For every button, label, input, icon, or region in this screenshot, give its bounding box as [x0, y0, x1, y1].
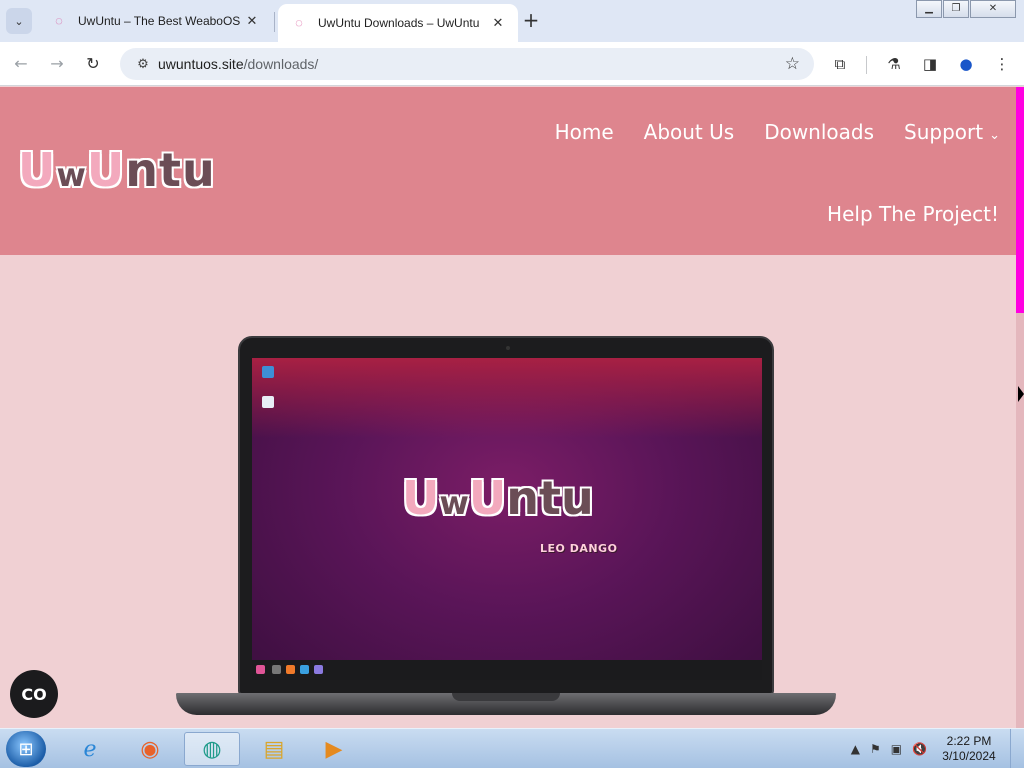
screen-app-icon [314, 665, 323, 674]
url-text: uwuntuos.site/downloads/ [158, 56, 318, 72]
screen-app-icon [286, 665, 295, 674]
tab-strip: ⌄ ◌ UwUntu – The Best WeaboOS ✕ ◌ UwUntu… [0, 0, 1024, 42]
screen-logo-letter: U [402, 471, 440, 525]
flask-icon[interactable]: ⚗ [884, 54, 904, 74]
site-logo[interactable]: UwUntu [17, 142, 216, 203]
browser-toolbar: ← → ↻ ⚙ uwuntuos.site/downloads/ ☆ ⧉ ⚗ ◨… [0, 42, 1024, 86]
clock-date: 3/10/2024 [942, 749, 996, 763]
show-desktop-button[interactable] [1010, 729, 1024, 768]
clock[interactable]: 2:22 PM 3/10/2024 [932, 734, 1006, 764]
toolbar-separator [866, 56, 867, 74]
laptop-screen: UwUntu LEO DANGO [252, 358, 762, 680]
screen-logo-letter: ntu [506, 471, 594, 525]
reload-button[interactable]: ↻ [80, 51, 106, 77]
uwuntu-favicon-icon: ◌ [55, 13, 63, 28]
laptop-image: UwUntu LEO DANGO [238, 336, 774, 695]
url-host: uwuntuos.site [158, 56, 244, 72]
chat-widget-label: CO [21, 684, 47, 704]
page-scrollbar[interactable] [1016, 87, 1024, 728]
minimize-button[interactable]: ▁ [916, 0, 942, 18]
address-bar[interactable]: ⚙ uwuntuos.site/downloads/ ☆ [120, 48, 814, 80]
forward-arrow-icon: → [50, 54, 64, 73]
file-explorer-icon[interactable]: ▤ [246, 732, 302, 766]
screen-taskbar [252, 660, 762, 680]
tab-search-button[interactable]: ⌄ [6, 8, 32, 34]
tab-downloads[interactable]: ◌ UwUntu Downloads – UwUntu ✕ [278, 4, 518, 42]
star-icon[interactable]: ☆ [785, 54, 800, 74]
windows-taskbar: ⊞ ℯ ◉ ◍ ▤ ▶ ▲ ⚑ ▣ 🔇 2:22 PM 3/10/2024 [0, 728, 1024, 768]
firefox-icon[interactable]: ◉ [122, 732, 178, 766]
home-folder-icon [262, 366, 274, 378]
nav-support[interactable]: Support ⌄ [904, 120, 1000, 144]
tab-home[interactable]: ◌ UwUntu – The Best WeaboOS ✕ [38, 4, 272, 38]
tab-title: UwUntu Downloads – UwUntu [318, 16, 480, 30]
tab-divider [274, 12, 275, 32]
tune-icon[interactable]: ⚙ [128, 57, 158, 72]
screen-app-icon [300, 665, 309, 674]
puzzle-icon[interactable]: ⧉ [830, 54, 850, 74]
laptop-notch [452, 693, 560, 701]
windows-logo-icon: ⊞ [18, 738, 34, 760]
nav-help-project[interactable]: Help The Project! [827, 202, 999, 226]
uwuntu-favicon-icon: ◌ [295, 15, 303, 30]
volume-muted-icon[interactable]: 🔇 [912, 742, 927, 756]
start-button[interactable]: ⊞ [6, 731, 46, 767]
internet-explorer-icon[interactable]: ℯ [62, 732, 118, 766]
kebab-icon[interactable]: ⋮ [992, 54, 1012, 74]
reload-icon: ↻ [86, 54, 100, 73]
screen-logo-letter: U [468, 471, 507, 525]
show-hidden-icons-icon[interactable]: ▲ [851, 742, 860, 756]
mouse-cursor-icon [1018, 386, 1024, 402]
screen-logo: UwUntu [402, 470, 594, 531]
nav-about[interactable]: About Us [644, 120, 735, 144]
profile-icon[interactable]: ● [956, 54, 976, 74]
tab-title: UwUntu – The Best WeaboOS [78, 14, 241, 28]
screen-gradient [252, 358, 762, 438]
action-center-flag-icon[interactable]: ⚑ [870, 742, 881, 756]
back-arrow-icon: ← [14, 54, 28, 73]
trash-icon [262, 396, 274, 408]
laptop-base [176, 693, 836, 715]
restore-button[interactable]: ❐ [943, 0, 969, 18]
scroll-thumb[interactable] [1016, 87, 1024, 313]
camera-dot [506, 346, 510, 350]
logo-letter: U [86, 142, 126, 198]
url-path: /downloads/ [243, 56, 319, 72]
logo-letter: ntu [124, 142, 216, 198]
screen-app-icon [272, 665, 281, 674]
main-nav: Home About Us Downloads Support ⌄ [525, 120, 1000, 144]
chat-widget-button[interactable]: CO [10, 670, 58, 718]
clock-time: 2:22 PM [946, 734, 992, 748]
screen-subtitle: LEO DANGO [540, 542, 618, 555]
back-button[interactable]: ← [8, 51, 34, 77]
window-close-button[interactable]: ✕ [970, 0, 1016, 18]
nav-downloads[interactable]: Downloads [764, 120, 874, 144]
system-tray: ▲ ⚑ ▣ 🔇 2:22 PM 3/10/2024 [846, 729, 1024, 768]
logo-letter: U [17, 142, 57, 198]
side-panel-icon[interactable]: ◨ [920, 54, 940, 74]
screen-logo-letter: w [439, 484, 469, 522]
forward-button[interactable]: → [44, 51, 70, 77]
chevron-down-icon: ⌄ [14, 14, 24, 28]
close-icon[interactable]: ✕ [490, 15, 506, 31]
logo-letter: w [55, 155, 87, 195]
close-icon[interactable]: ✕ [244, 13, 260, 29]
nav-home[interactable]: Home [555, 120, 614, 144]
network-icon[interactable]: ▣ [891, 742, 902, 756]
chevron-down-icon: ⌄ [989, 128, 1000, 143]
window-controls: ▁ ❐ ✕ [915, 0, 1016, 18]
nav-support-label: Support [904, 120, 984, 144]
media-player-icon[interactable]: ▶ [306, 732, 362, 766]
screen-menu-icon [256, 665, 265, 674]
new-tab-button[interactable]: + [520, 10, 542, 32]
chrome-beta-icon[interactable]: ◍ [184, 732, 240, 766]
